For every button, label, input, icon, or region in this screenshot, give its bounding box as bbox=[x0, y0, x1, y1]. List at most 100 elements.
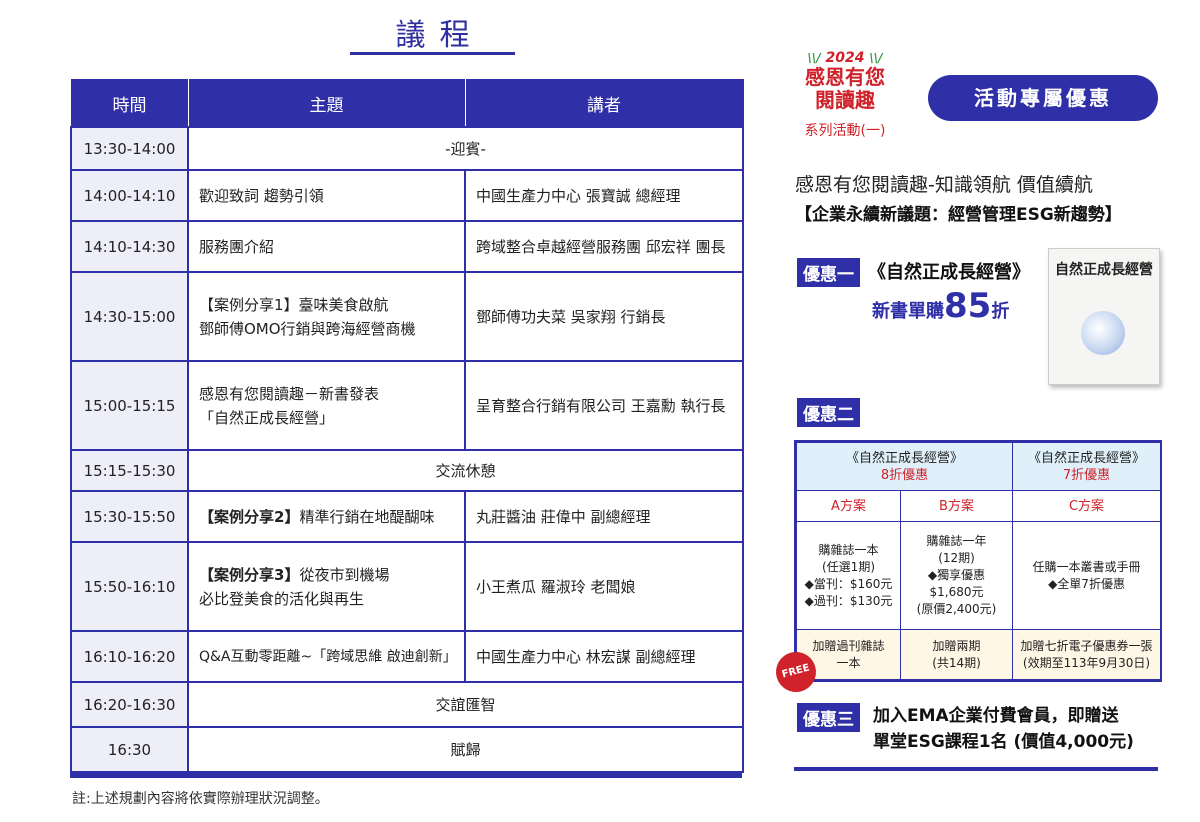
bonus-line: 加贈兩期 bbox=[932, 638, 981, 653]
offer1-price: 新書單購85折 bbox=[872, 286, 1009, 326]
row-speaker: 跨域整合卓越經營服務團 邱宏祥 團長 bbox=[464, 220, 744, 273]
topic-line: 【案例分享1】臺味美食啟航 bbox=[199, 295, 389, 314]
agenda-title-underline bbox=[350, 52, 515, 55]
row-time: 15:30-15:50 bbox=[70, 490, 189, 543]
table-row: 15:00-15:15 感恩有您閱讀趣－新書發表 「自然正成長經營」 呈育整合行… bbox=[70, 360, 744, 451]
detail-line: ◆過刊：$130元 bbox=[804, 593, 893, 608]
offer-header-left-discount: 8折優惠 bbox=[880, 467, 929, 483]
detail-line: ◆全單7折優惠 bbox=[1048, 576, 1125, 591]
agenda-title: 議程 bbox=[395, 18, 484, 53]
logo-year: 2024 bbox=[825, 50, 865, 66]
row-time: 15:50-16:10 bbox=[70, 541, 189, 632]
row-topic: 【案例分享2】精準行銷在地醍醐味 bbox=[187, 490, 466, 543]
bonus-line: (效期至113年9月30日) bbox=[1022, 655, 1151, 670]
plan-b-detail: 購雜誌一年 (12期) ◆獨享優惠 $1,680元 (原價2,400元) bbox=[899, 521, 1014, 630]
row-merged: 交流休憩 bbox=[187, 449, 744, 492]
offer1-price-num: 85 bbox=[944, 286, 992, 326]
table-row: 14:10-14:30 服務團介紹 跨域整合卓越經營服務團 邱宏祥 團長 bbox=[70, 220, 744, 273]
row-time: 14:30-15:00 bbox=[70, 271, 189, 362]
table-row: 14:00-14:10 歡迎致詞 趨勢引領 中國生產力中心 張寶誠 總經理 bbox=[70, 169, 744, 222]
row-time: 13:30-14:00 bbox=[70, 126, 189, 171]
row-time: 16:20-16:30 bbox=[70, 681, 189, 728]
plan-b-label: B方案 bbox=[899, 490, 1014, 522]
row-speaker: 丸莊醬油 莊偉中 副總經理 bbox=[464, 490, 744, 543]
offer1-tag: 優惠一 bbox=[797, 258, 860, 287]
promo-pill: 活動專屬優惠 bbox=[928, 75, 1158, 121]
row-speaker: 小王煮瓜 羅淑玲 老闆娘 bbox=[464, 541, 744, 632]
row-topic: 服務團介紹 bbox=[187, 220, 466, 273]
detail-line: ◆當刊：$160元 bbox=[804, 576, 893, 591]
offer1-price-prefix: 新書單購 bbox=[872, 301, 944, 322]
detail-line: (原價2,400元) bbox=[916, 602, 997, 616]
bonus-line: (共14期) bbox=[932, 655, 981, 670]
bonus-line: 加贈七折電子優惠券一張 bbox=[1020, 638, 1153, 653]
detail-line: 購雜誌一年 bbox=[926, 534, 987, 548]
book-cover-image: 自然正成長經營 bbox=[1048, 248, 1160, 385]
logo-series: 系列活動(一) bbox=[804, 123, 886, 139]
table-row: 15:50-16:10 【案例分享3】從夜市到機場 必比登美食的活化與再生 小王… bbox=[70, 541, 744, 632]
row-merged: 賦歸 bbox=[187, 726, 744, 773]
offer2-table: 《自然正成長經營》 8折優惠 《自然正成長經營》 7折優惠 A方案 B方案 C方… bbox=[794, 440, 1162, 682]
topic-line: 必比登美食的活化與再生 bbox=[199, 589, 365, 608]
plan-b-bonus: 加贈兩期 (共14期) bbox=[899, 629, 1014, 680]
agenda-note: 註:上述規劃內容將依實際辦理狀況調整。 bbox=[72, 791, 329, 807]
offer3-tag: 優惠三 bbox=[797, 703, 860, 732]
agenda-table: 時間 主題 講者 13:30-14:00 -迎賓- 14:00-14:10 歡迎… bbox=[70, 79, 744, 778]
sparkle-icon: \\/ bbox=[807, 51, 821, 65]
offer1-price-suffix: 折 bbox=[991, 301, 1010, 322]
topic-line: 感恩有您閱讀趣－新書發表 bbox=[199, 384, 380, 403]
offer-header-right: 《自然正成長經營》 7折優惠 bbox=[1012, 442, 1162, 491]
logo-line1: 感恩有您 bbox=[805, 65, 885, 89]
topic-line: 「自然正成長經營」 bbox=[199, 408, 335, 427]
detail-line: ◆獨享優惠 bbox=[927, 568, 986, 582]
row-time: 15:15-15:30 bbox=[70, 449, 189, 492]
table-row: 15:30-15:50 【案例分享2】精準行銷在地醍醐味 丸莊醬油 莊偉中 副總… bbox=[70, 490, 744, 543]
plan-c-detail: 任購一本叢書或手冊 ◆全單7折優惠 bbox=[1012, 521, 1162, 630]
plan-c-label: C方案 bbox=[1012, 490, 1162, 522]
detail-line: 購雜誌一本 bbox=[818, 542, 879, 557]
topic-highlight: 【案例分享2】 bbox=[199, 507, 300, 526]
offer3-line1: 加入EMA企業付費會員，即贈送 bbox=[873, 706, 1119, 726]
row-time: 14:00-14:10 bbox=[70, 169, 189, 222]
detail-line: (12期) bbox=[938, 551, 975, 565]
offer1-book-title: 《自然正成長經營》 bbox=[868, 262, 1030, 283]
topic-rest: 從夜市到機場 bbox=[299, 565, 390, 584]
bonus-line: 加贈過刊雜誌 bbox=[812, 638, 885, 653]
offer2-tag: 優惠二 bbox=[797, 398, 860, 427]
row-speaker: 鄧師傅功夫菜 吳家翔 行銷長 bbox=[464, 271, 744, 362]
row-time: 16:30 bbox=[70, 726, 189, 773]
logo-line2: 閱讀趣 bbox=[815, 88, 875, 112]
offer-plan-row: A方案 B方案 C方案 bbox=[796, 490, 1162, 522]
table-row: 16:20-16:30 交誼匯智 bbox=[70, 681, 744, 728]
offer-header-right-discount: 7折優惠 bbox=[1062, 467, 1111, 483]
row-merged: 交誼匯智 bbox=[187, 681, 744, 728]
row-topic: 【案例分享3】從夜市到機場 必比登美食的活化與再生 bbox=[187, 541, 466, 632]
event-subtitle: 【企業永續新議題：經營管理ESG新趨勢】 bbox=[795, 205, 1122, 225]
row-speaker: 呈育整合行銷有限公司 王嘉勳 執行長 bbox=[464, 360, 744, 451]
offer-header-row: 《自然正成長經營》 8折優惠 《自然正成長經營》 7折優惠 bbox=[795, 442, 1162, 491]
offer-header-left: 《自然正成長經營》 8折優惠 bbox=[795, 442, 1014, 491]
header-time: 時間 bbox=[70, 79, 189, 128]
book-cover-title: 自然正成長經營 bbox=[1055, 262, 1153, 278]
table-row: 14:30-15:00 【案例分享1】臺味美食啟航 鄧師傅OMO行銷與跨海經營商… bbox=[70, 271, 744, 362]
header-speaker: 講者 bbox=[464, 79, 744, 128]
table-row: 16:10-16:20 Q&A互動零距離~「跨域思維 啟迪創新」 中國生產力中心… bbox=[70, 630, 744, 683]
row-time: 14:10-14:30 bbox=[70, 220, 189, 273]
table-row: 13:30-14:00 -迎賓- bbox=[70, 126, 744, 171]
detail-line: $1,680元 bbox=[929, 585, 984, 599]
row-time: 15:00-15:15 bbox=[70, 360, 189, 451]
header-topic: 主題 bbox=[187, 79, 466, 128]
detail-line: 任購一本叢書或手冊 bbox=[1032, 559, 1141, 574]
offer3-text: 加入EMA企業付費會員，即贈送 單堂ESG課程1名 (價值4,000元) bbox=[873, 703, 1163, 755]
sparkle-icon: \\/ bbox=[869, 51, 883, 65]
topic-line: 鄧師傅OMO行銷與跨海經營商機 bbox=[199, 319, 416, 338]
row-merged: -迎賓- bbox=[187, 126, 744, 171]
offer-header-right-title: 《自然正成長經營》 bbox=[1028, 450, 1146, 466]
row-topic: 歡迎致詞 趨勢引領 bbox=[187, 169, 466, 222]
plan-c-bonus: 加贈七折電子優惠券一張 (效期至113年9月30日) bbox=[1012, 629, 1162, 680]
row-speaker: 中國生產力中心 張寶誠 總經理 bbox=[464, 169, 744, 222]
plan-a-detail: 購雜誌一本 (任選1期) ◆當刊：$160元 ◆過刊：$130元 bbox=[796, 521, 901, 630]
row-speaker: 中國生產力中心 林宏謀 副總經理 bbox=[464, 630, 744, 683]
event-logo: \\/ 2024 \\/ 感恩有您 閱讀趣 系列活動(一) bbox=[795, 50, 895, 140]
offer-bonus-row: 加贈過刊雜誌 一本 加贈兩期 (共14期) 加贈七折電子優惠券一張 (效期至11… bbox=[796, 629, 1162, 680]
